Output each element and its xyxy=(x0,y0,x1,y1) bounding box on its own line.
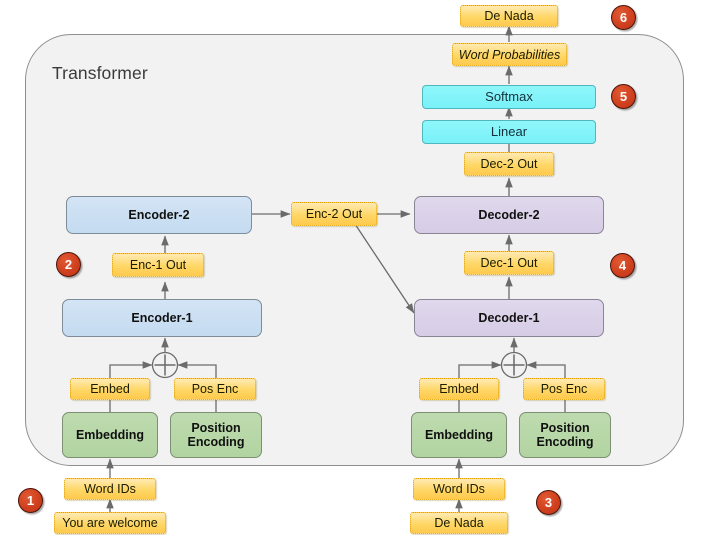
encoder-embed-note: Embed xyxy=(70,378,150,400)
encoder-word-ids: Word IDs xyxy=(64,478,156,500)
decoder-embed-note: Embed xyxy=(419,378,499,400)
encoder-position-encoding-layer[interactable]: Position Encoding xyxy=(170,412,262,458)
callout-badge-6[interactable]: 6 xyxy=(611,5,636,30)
encoder-pos-enc-note: Pos Enc xyxy=(174,378,256,400)
decoder-pos-enc-note: Pos Enc xyxy=(523,378,605,400)
callout-badge-2[interactable]: 2 xyxy=(56,252,81,277)
decoder-embedding-layer[interactable]: Embedding xyxy=(411,412,507,458)
decoder-input-sentence: De Nada xyxy=(410,512,508,534)
decoder-word-ids: Word IDs xyxy=(413,478,505,500)
decoder-position-encoding-layer[interactable]: Position Encoding xyxy=(519,412,611,458)
encoder-embedding-layer[interactable]: Embedding xyxy=(62,412,158,458)
enc-2-out-note: Enc-2 Out xyxy=(291,202,377,226)
decoder-1-block[interactable]: Decoder-1 xyxy=(414,299,604,337)
callout-badge-5[interactable]: 5 xyxy=(611,84,636,109)
enc-1-out-note: Enc-1 Out xyxy=(112,253,204,277)
linear-block[interactable]: Linear xyxy=(422,120,596,144)
dec-2-out-note: Dec-2 Out xyxy=(464,152,554,176)
encoder-input-sentence: You are welcome xyxy=(54,512,166,534)
encoder-1-block[interactable]: Encoder-1 xyxy=(62,299,262,337)
callout-badge-3[interactable]: 3 xyxy=(536,490,561,515)
word-probabilities-note: Word Probabilities xyxy=(452,43,567,66)
encoder-2-block[interactable]: Encoder-2 xyxy=(66,196,252,234)
callout-badge-4[interactable]: 4 xyxy=(610,253,635,278)
callout-badge-1[interactable]: 1 xyxy=(18,488,43,513)
diagram-canvas: Transformer You are welcome Word IDs Emb… xyxy=(0,0,720,535)
softmax-block[interactable]: Softmax xyxy=(422,85,596,109)
output-sentence: De Nada xyxy=(460,5,558,27)
dec-1-out-note: Dec-1 Out xyxy=(464,251,554,275)
decoder-2-block[interactable]: Decoder-2 xyxy=(414,196,604,234)
transformer-title: Transformer xyxy=(52,63,148,83)
